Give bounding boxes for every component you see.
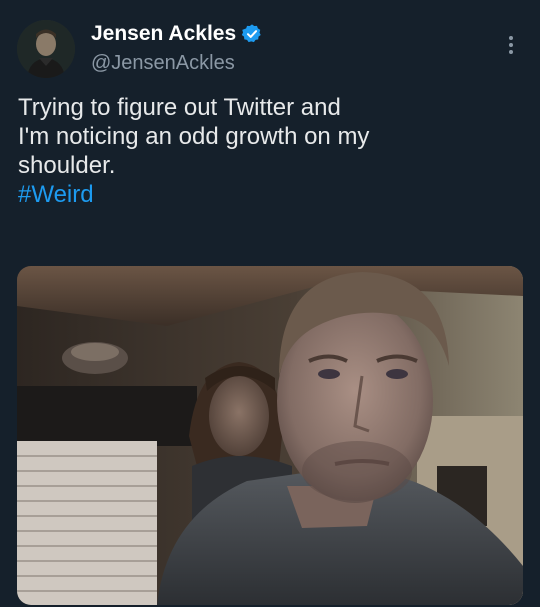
hashtag-link[interactable]: #Weird (18, 180, 94, 209)
author-display-name[interactable]: Jensen Ackles (91, 22, 236, 46)
display-name-row: Jensen Ackles (91, 20, 263, 48)
selfie-photo (17, 266, 523, 605)
tweet-card: Jensen Ackles @JensenAckles Trying to fi… (0, 0, 540, 607)
more-options-icon (509, 36, 513, 54)
tweet-photo[interactable] (17, 266, 523, 605)
tweet-text-line: shoulder. (18, 152, 116, 179)
tweet-text-line: I'm noticing an odd growth on my (18, 123, 370, 150)
more-options-button[interactable] (498, 30, 524, 60)
verified-badge-icon (241, 24, 261, 43)
tweet-text-line: Trying to figure out Twitter and (18, 94, 341, 121)
author-names: Jensen Ackles @JensenAckles (91, 20, 263, 75)
author-avatar[interactable] (17, 20, 75, 78)
avatar-photo (17, 20, 75, 78)
author-handle[interactable]: @JensenAckles (91, 52, 263, 75)
tweet-text: Trying to figure out Twitter and I'm not… (18, 93, 518, 209)
